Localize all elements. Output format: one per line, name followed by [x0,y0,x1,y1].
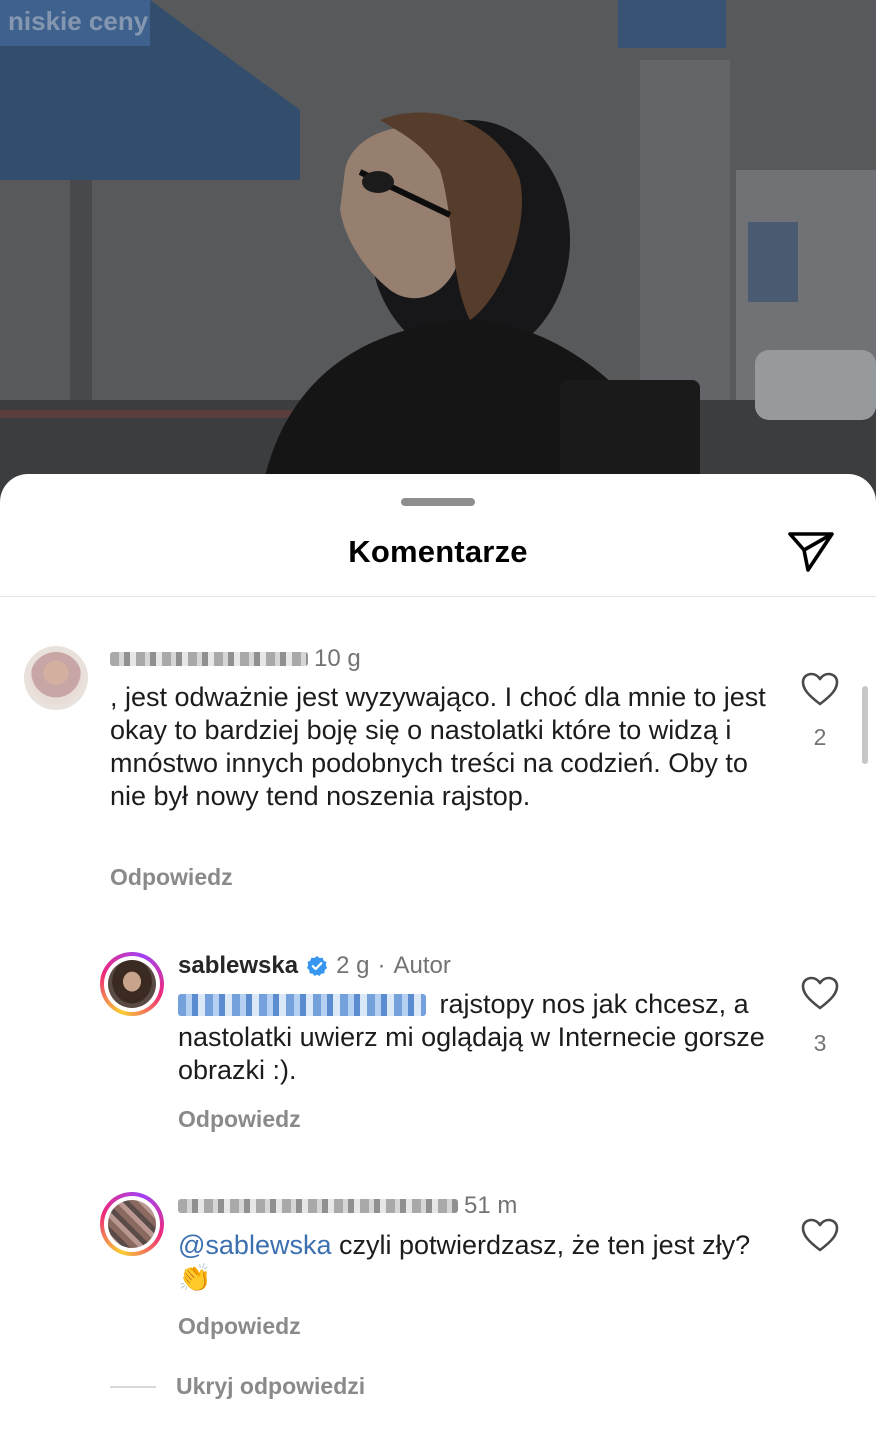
comment-time: 10 g [314,645,361,672]
heart-outline-icon [801,976,839,1010]
avatar[interactable] [100,1192,164,1256]
mention-redacted[interactable] [178,994,426,1016]
comments-sheet: Komentarze 10 g , jest odważnie jest wyz… [0,474,876,1440]
reply-button[interactable]: Odpowiedz [178,1313,301,1340]
clapping-hands-emoji: 👏 [178,1263,212,1293]
meta-separator: · [377,952,386,979]
mention-link[interactable]: @sablewska [178,1230,331,1260]
reply-button[interactable]: Odpowiedz [110,864,233,891]
reply-button[interactable]: Odpowiedz [178,1106,301,1133]
comment-text: , jest odważnie jest wyzywająco. I choć … [110,682,766,811]
like-button[interactable] [800,670,840,710]
hide-replies-button[interactable]: Ukryj odpowiedzi [110,1373,365,1400]
comment-meta: sablewska 2 g · Autor [178,951,451,981]
username-redacted [110,652,308,666]
scrollbar[interactable] [862,686,868,764]
like-count: 2 [813,724,827,750]
username-redacted [178,1199,458,1213]
heart-outline-icon [801,1218,839,1252]
avatar[interactable] [24,646,88,710]
sheet-title: Komentarze [348,534,528,569]
sheet-header: Komentarze [0,474,876,597]
comment-meta: 51 m [178,1191,517,1221]
post-photo-background: niskie ceny [0,0,876,500]
comment-time: 2 g [336,952,370,979]
heart-outline-icon [801,672,839,706]
like-button[interactable] [800,974,840,1014]
comment-time: 51 m [464,1192,518,1219]
comment-text: rajstopy nos jak chcesz, a nastolatki uw… [178,988,778,1087]
comment-text: @sablewska czyli potwierdzasz, że ten je… [178,1229,778,1295]
author-label: Autor [393,952,451,979]
avatar[interactable] [100,952,164,1016]
like-button[interactable] [800,1216,840,1256]
comment-body: czyli potwierdzasz, że ten jest zły? [339,1230,751,1260]
comment-meta: 10 g [110,644,361,674]
verified-badge-icon [306,955,328,977]
paper-plane-icon [788,532,834,572]
share-button[interactable] [786,528,836,574]
divider-line [110,1385,156,1388]
hide-replies-label: Ukryj odpowiedzi [176,1373,366,1399]
like-count: 3 [813,1030,827,1056]
username[interactable]: sablewska [178,952,298,980]
